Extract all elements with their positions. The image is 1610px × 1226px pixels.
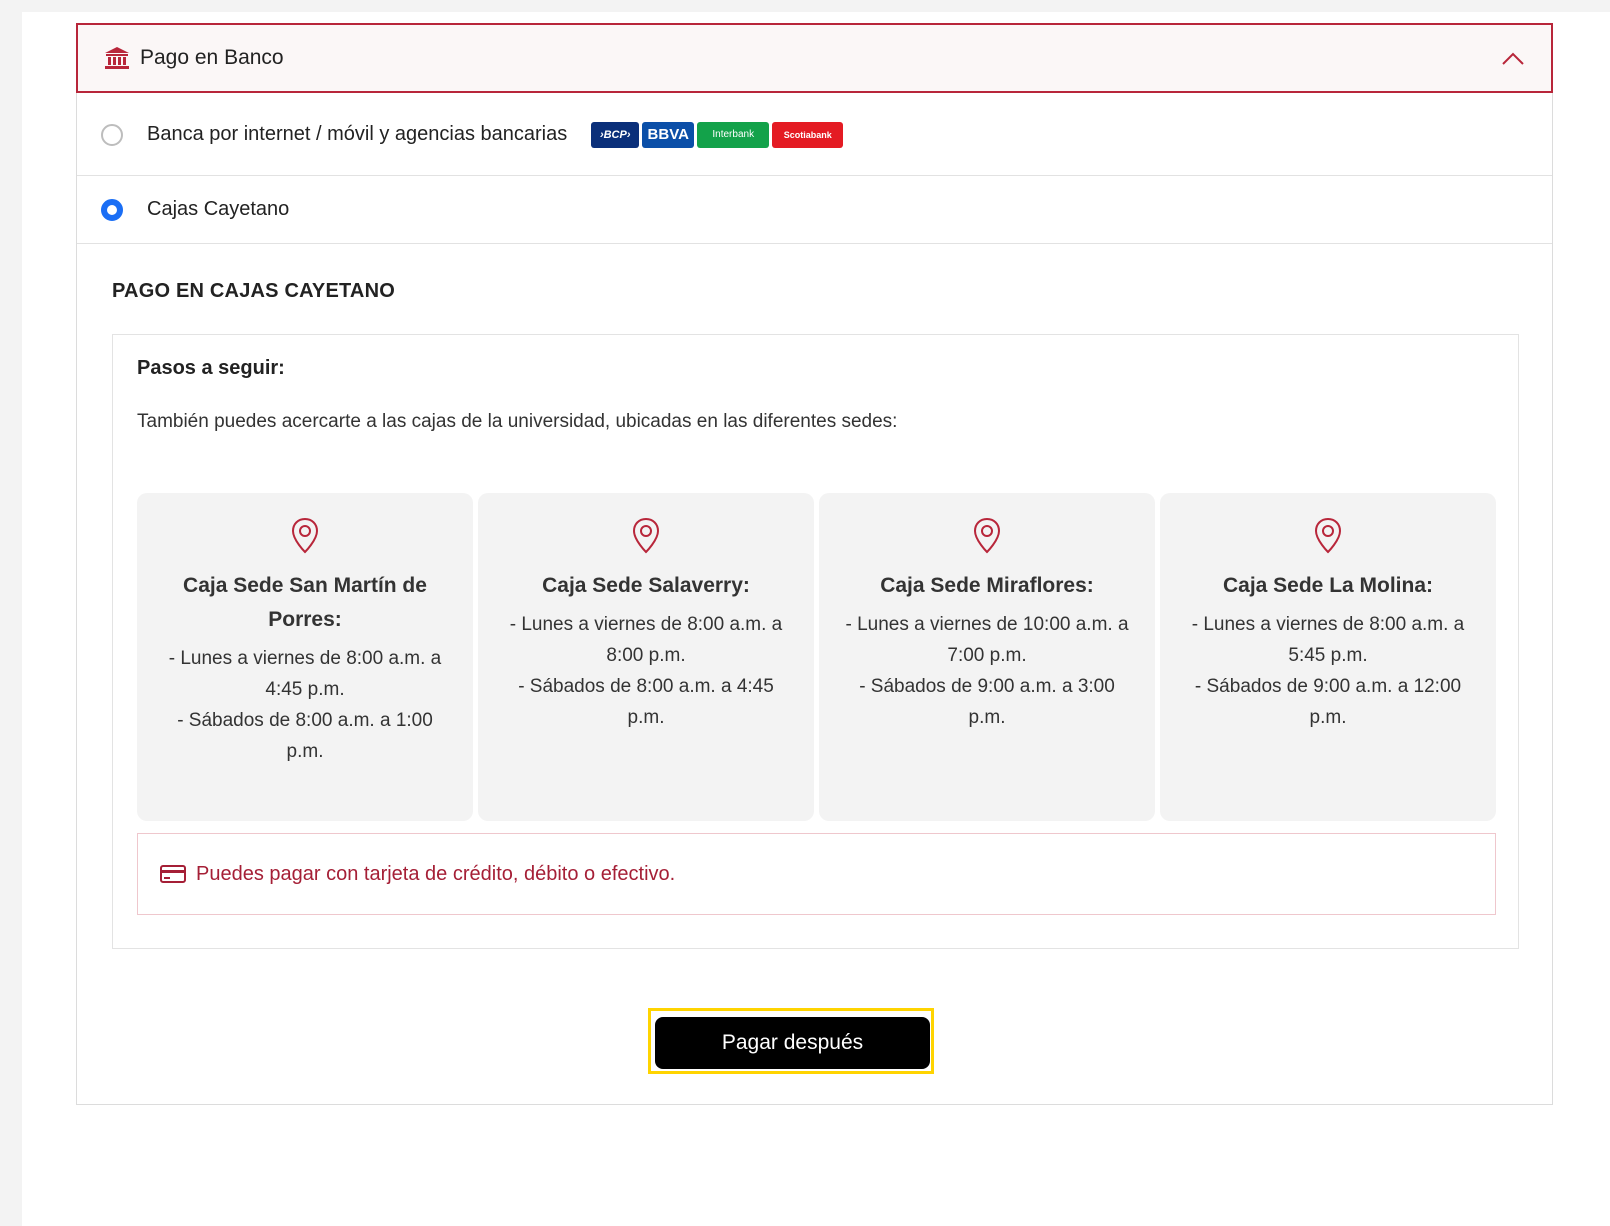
option-cajas-cayetano[interactable]: Cajas Cayetano bbox=[77, 176, 1552, 244]
bank-icon bbox=[105, 47, 129, 69]
bank-logos: ›BCP› BBVA Interbank Scotiabank bbox=[591, 121, 844, 148]
saturday-hours: - Sábados de 8:00 a.m. a 4:45 p.m. bbox=[518, 676, 774, 728]
steps-title: Pasos a seguir: bbox=[137, 357, 285, 379]
location-card: Caja Sede Salaverry: - Lunes a viernes d… bbox=[478, 493, 814, 821]
scotiabank-logo: Scotiabank bbox=[772, 121, 844, 148]
location-name: Caja Sede La Molina: bbox=[1222, 574, 1434, 597]
weekday-hours: - Lunes a viernes de 8:00 a.m. a 5:45 p.… bbox=[1191, 614, 1465, 666]
saturday-hours: - Sábados de 9:00 a.m. a 12:00 p.m. bbox=[1194, 676, 1462, 728]
header-title: Pago en Banco bbox=[140, 46, 284, 69]
option-label: Cajas Cayetano bbox=[147, 198, 290, 220]
location-card: Caja Sede San Martín de Porres: - Lunes … bbox=[137, 493, 473, 821]
saturday-hours: - Sábados de 8:00 a.m. a 1:00 p.m. bbox=[177, 710, 433, 762]
bcp-logo: ›BCP› bbox=[591, 121, 640, 148]
weekday-hours: - Lunes a viernes de 8:00 a.m. a 4:45 p.… bbox=[168, 648, 442, 700]
location-card: Caja Sede La Molina: - Lunes a viernes d… bbox=[1160, 493, 1496, 821]
pago-en-banco-header[interactable]: Pago en Banco bbox=[76, 23, 1553, 93]
option-label: Banca por internet / móvil y agencias ba… bbox=[147, 123, 568, 145]
steps-description: También puedes acercarte a las cajas de … bbox=[137, 411, 898, 432]
saturday-hours: - Sábados de 9:00 a.m. a 3:00 p.m. bbox=[859, 676, 1115, 728]
credit-card-icon bbox=[160, 865, 186, 883]
location-name: Caja Sede Salaverry: bbox=[542, 574, 750, 597]
chevron-up-icon[interactable] bbox=[1501, 47, 1525, 71]
section-title: PAGO EN CAJAS CAYETANO bbox=[112, 280, 395, 302]
radio-cajas-cayetano[interactable] bbox=[101, 198, 123, 221]
option-banca-internet[interactable]: Banca por internet / móvil y agencias ba… bbox=[77, 94, 1552, 176]
location-pin-icon bbox=[291, 517, 319, 554]
payment-methods-notice: Puedes pagar con tarjeta de crédito, déb… bbox=[137, 833, 1496, 915]
location-card: Caja Sede Miraflores: - Lunes a viernes … bbox=[819, 493, 1155, 821]
location-hours: - Lunes a viernes de 10:00 a.m. a 7:00 p… bbox=[842, 609, 1132, 733]
pay-later-highlight: Pagar después bbox=[648, 1008, 934, 1074]
page-content: Pago en Banco Banca por internet / móvil… bbox=[22, 12, 1610, 1226]
location-pin-icon bbox=[973, 517, 1001, 554]
location-name: Caja Sede Miraflores: bbox=[880, 574, 1094, 597]
location-hours: - Lunes a viernes de 8:00 a.m. a 8:00 p.… bbox=[501, 609, 791, 733]
notice-text: Puedes pagar con tarjeta de crédito, déb… bbox=[196, 862, 676, 885]
weekday-hours: - Lunes a viernes de 8:00 a.m. a 8:00 p.… bbox=[509, 614, 783, 666]
location-cards: Caja Sede San Martín de Porres: - Lunes … bbox=[137, 493, 1497, 821]
location-pin-icon bbox=[1314, 517, 1342, 554]
steps-box: Pasos a seguir: También puedes acercarte… bbox=[112, 334, 1519, 949]
pay-later-button[interactable]: Pagar después bbox=[655, 1017, 930, 1069]
bbva-logo: BBVA bbox=[642, 121, 695, 148]
payment-panel: Pago en Banco Banca por internet / móvil… bbox=[76, 23, 1553, 1105]
location-name: Caja Sede San Martín de Porres: bbox=[183, 574, 427, 631]
location-pin-icon bbox=[632, 517, 660, 554]
location-hours: - Lunes a viernes de 8:00 a.m. a 5:45 p.… bbox=[1183, 609, 1473, 733]
interbank-logo: Interbank bbox=[697, 121, 770, 148]
weekday-hours: - Lunes a viernes de 10:00 a.m. a 7:00 p… bbox=[845, 614, 1129, 666]
location-hours: - Lunes a viernes de 8:00 a.m. a 4:45 p.… bbox=[160, 643, 450, 767]
radio-banca-internet[interactable] bbox=[101, 123, 123, 146]
